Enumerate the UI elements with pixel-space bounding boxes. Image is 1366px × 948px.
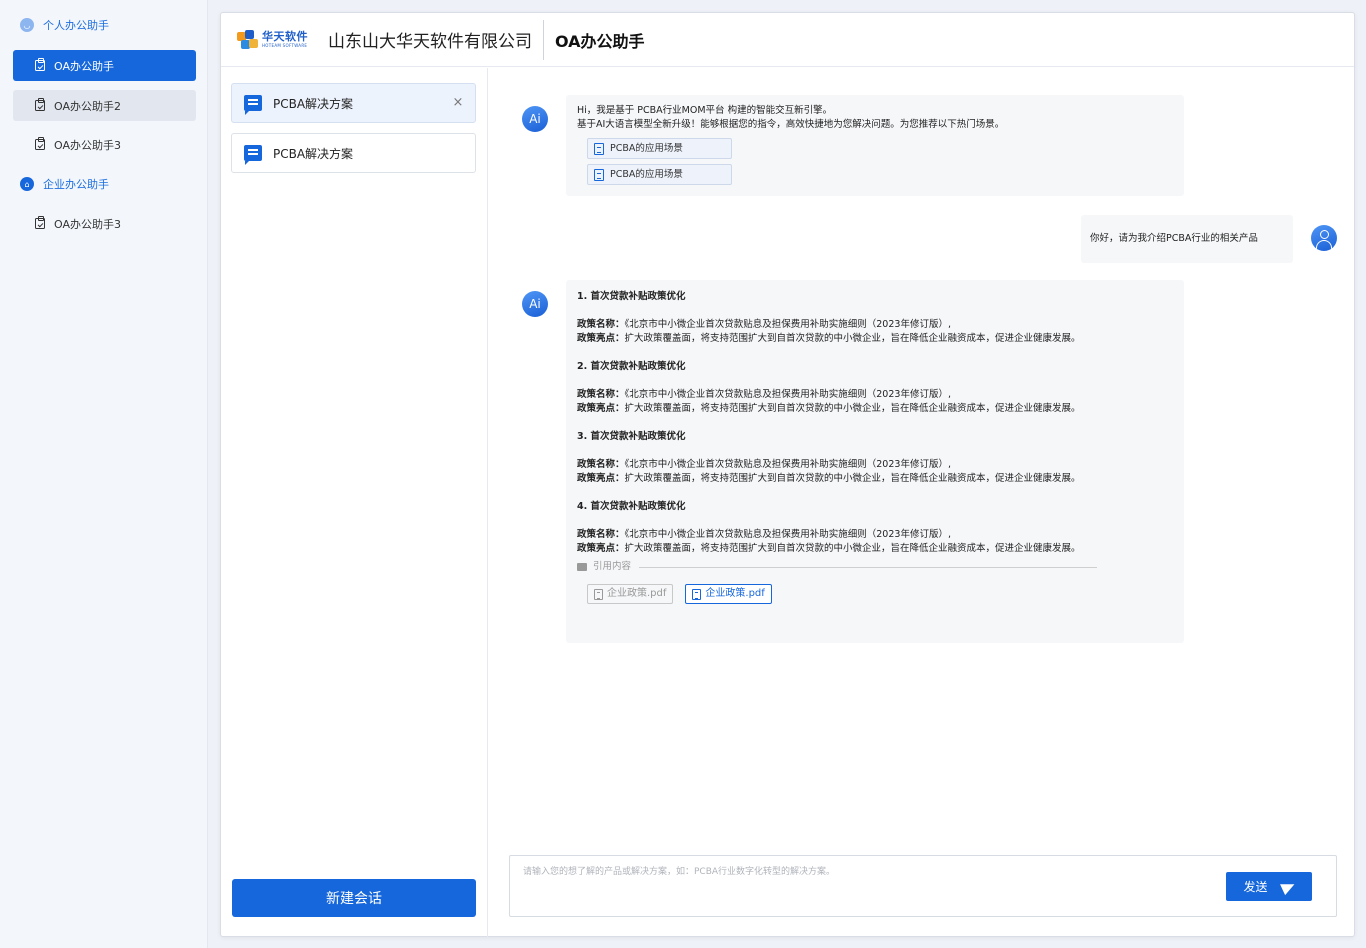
- document-icon: [594, 168, 604, 181]
- document-icon: [594, 142, 604, 155]
- chat-bubble-icon: [244, 95, 262, 115]
- header-divider: [543, 19, 544, 60]
- nav-group-enterprise[interactable]: ⌂ 企业办公助手: [20, 174, 109, 194]
- file-label: 企业政策.pdf: [607, 588, 667, 599]
- user-message-bubble: 你好，请为我介绍PCBA行业的相关产品: [1081, 215, 1293, 263]
- field-label: 政策亮点：: [577, 473, 625, 484]
- message-input-box: 发送: [509, 855, 1337, 917]
- field-label: 政策名称：: [577, 459, 625, 470]
- policy-highlight: 扩大政策覆盖面，将支持范围扩大到自首次贷款的中小微企业，旨在降低企业融资成本，促…: [624, 403, 1081, 414]
- send-button[interactable]: 发送: [1226, 872, 1312, 901]
- file-chip-selected[interactable]: 企业政策.pdf: [685, 584, 772, 604]
- page-title: OA办公助手: [555, 31, 645, 51]
- quote-icon: [577, 563, 587, 571]
- greeting-line: Hi，我是基于 PCBA行业MOM平台 构建的智能交互新引擎。: [577, 105, 833, 116]
- sidebar-item-enterprise-oa-3[interactable]: OA办公助手3: [13, 208, 196, 239]
- scene-suggestion[interactable]: PCBA的应用场景: [587, 138, 732, 159]
- file-label: 企业政策.pdf: [705, 588, 765, 599]
- clipboard-icon: [35, 137, 45, 150]
- chat-area: Ai Hi，我是基于 PCBA行业MOM平台 构建的智能交互新引擎。 基于AI大…: [489, 68, 1355, 937]
- clipboard-icon: [35, 216, 45, 229]
- section-heading: 2. 首次贷款补贴政策优化: [577, 361, 686, 372]
- sidebar-nav: ◡ 个人办公助手 OA办公助手 OA办公助手2 OA办公助手3 ⌂ 企业办公助手…: [0, 0, 208, 948]
- sidebar-item-label: OA办公助手2: [54, 99, 121, 113]
- message-input[interactable]: [510, 856, 1210, 916]
- policy-highlight: 扩大政策覆盖面，将支持范围扩大到自首次贷款的中小微企业，旨在降低企业融资成本，促…: [624, 333, 1081, 344]
- greeting-line: 基于AI大语言模型全新升级！能够根据您的指令，高效快捷地为您解决问题。为您推荐以…: [577, 119, 1005, 130]
- citation-label: 引用内容: [593, 561, 632, 572]
- policy-name: 《北京市中小微企业首次贷款贴息及担保费用补助实施细则（2023年修订版）,: [624, 389, 951, 400]
- session-item[interactable]: PCBA解决方案: [231, 133, 476, 173]
- company-name: 山东山大华天软件有限公司: [328, 32, 532, 52]
- policy-highlight: 扩大政策覆盖面，将支持范围扩大到自首次贷款的中小微企业，旨在降低企业融资成本，促…: [624, 543, 1081, 554]
- sidebar-item-oa-assistant[interactable]: OA办公助手: [13, 50, 196, 81]
- field-label: 政策亮点：: [577, 333, 625, 344]
- logo-text-en: HOTEAM SOFTWARE: [262, 43, 308, 48]
- company-logo: 华天软件 HOTEAM SOFTWARE: [237, 29, 314, 51]
- ai-avatar: Ai: [522, 291, 548, 317]
- user-avatar: [1311, 225, 1337, 251]
- session-label: PCBA解决方案: [273, 96, 354, 111]
- section-heading: 3. 首次贷款补贴政策优化: [577, 431, 686, 442]
- file-chip[interactable]: 企业政策.pdf: [587, 584, 674, 604]
- send-label: 发送: [1243, 880, 1268, 894]
- header: 华天软件 HOTEAM SOFTWARE 山东山大华天软件有限公司 OA办公助手: [221, 13, 1354, 67]
- new-session-button[interactable]: 新建会话: [232, 879, 476, 917]
- clipboard-icon: [35, 98, 45, 111]
- session-item[interactable]: PCBA解决方案 ×: [231, 83, 476, 123]
- clipboard-icon: [35, 58, 45, 71]
- close-icon[interactable]: ×: [451, 96, 465, 110]
- citation-divider: 引用内容: [577, 560, 1173, 574]
- session-label: PCBA解决方案: [273, 146, 354, 161]
- field-label: 政策名称：: [577, 529, 625, 540]
- nav-group-label: 个人办公助手: [43, 19, 109, 32]
- policy-name: 《北京市中小微企业首次贷款贴息及担保费用补助实施细则（2023年修订版）,: [624, 319, 951, 330]
- file-icon: [692, 588, 702, 600]
- scene-label: PCBA的应用场景: [610, 142, 683, 154]
- section-heading: 1. 首次贷款补贴政策优化: [577, 291, 686, 302]
- paper-plane-icon: [1279, 878, 1297, 895]
- field-label: 政策亮点：: [577, 403, 625, 414]
- smile-icon: ◡: [20, 18, 34, 32]
- file-icon: [594, 588, 603, 600]
- sidebar-item-label: OA办公助手3: [54, 138, 121, 152]
- logo-text-cn: 华天软件: [262, 30, 308, 43]
- user-message-text: 你好，请为我介绍PCBA行业的相关产品: [1090, 233, 1258, 244]
- ai-avatar: Ai: [522, 106, 548, 132]
- session-list: PCBA解决方案 × PCBA解决方案 新建会话: [221, 68, 488, 937]
- logo-mark-icon: [237, 29, 259, 50]
- answer-section: 4. 首次贷款补贴政策优化 政策名称：《北京市中小微企业首次贷款贴息及担保费用补…: [577, 500, 1173, 556]
- policy-name: 《北京市中小微企业首次贷款贴息及担保费用补助实施细则（2023年修订版）,: [624, 529, 951, 540]
- policy-name: 《北京市中小微企业首次贷款贴息及担保费用补助实施细则（2023年修订版）,: [624, 459, 951, 470]
- scene-label: PCBA的应用场景: [610, 168, 683, 180]
- sidebar-item-oa-assistant-2[interactable]: OA办公助手2: [13, 90, 196, 121]
- sidebar-item-oa-assistant-3[interactable]: OA办公助手3: [13, 129, 196, 160]
- citation-files: 企业政策.pdf 企业政策.pdf: [587, 584, 1173, 604]
- section-heading: 4. 首次贷款补贴政策优化: [577, 501, 686, 512]
- chat-bubble-icon: [244, 145, 262, 165]
- field-label: 政策亮点：: [577, 543, 625, 554]
- field-label: 政策名称：: [577, 389, 625, 400]
- policy-highlight: 扩大政策覆盖面，将支持范围扩大到自首次贷款的中小微企业，旨在降低企业融资成本，促…: [624, 473, 1081, 484]
- nav-group-label: 企业办公助手: [43, 178, 109, 191]
- nav-group-personal[interactable]: ◡ 个人办公助手: [20, 15, 109, 35]
- ai-answer-bubble: 1. 首次贷款补贴政策优化 政策名称：《北京市中小微企业首次贷款贴息及担保费用补…: [566, 280, 1184, 643]
- scene-suggestion[interactable]: PCBA的应用场景: [587, 164, 732, 185]
- home-icon: ⌂: [20, 177, 34, 191]
- ai-greeting-bubble: Hi，我是基于 PCBA行业MOM平台 构建的智能交互新引擎。 基于AI大语言模…: [566, 95, 1184, 196]
- sidebar-item-label: OA办公助手: [54, 59, 114, 73]
- answer-section: 3. 首次贷款补贴政策优化 政策名称：《北京市中小微企业首次贷款贴息及担保费用补…: [577, 430, 1173, 500]
- sidebar-item-label: OA办公助手3: [54, 217, 121, 231]
- answer-section: 2. 首次贷款补贴政策优化 政策名称：《北京市中小微企业首次贷款贴息及担保费用补…: [577, 360, 1173, 430]
- main-panel: 华天软件 HOTEAM SOFTWARE 山东山大华天软件有限公司 OA办公助手…: [220, 12, 1355, 937]
- answer-section: 1. 首次贷款补贴政策优化 政策名称：《北京市中小微企业首次贷款贴息及担保费用补…: [577, 290, 1173, 360]
- field-label: 政策名称：: [577, 319, 625, 330]
